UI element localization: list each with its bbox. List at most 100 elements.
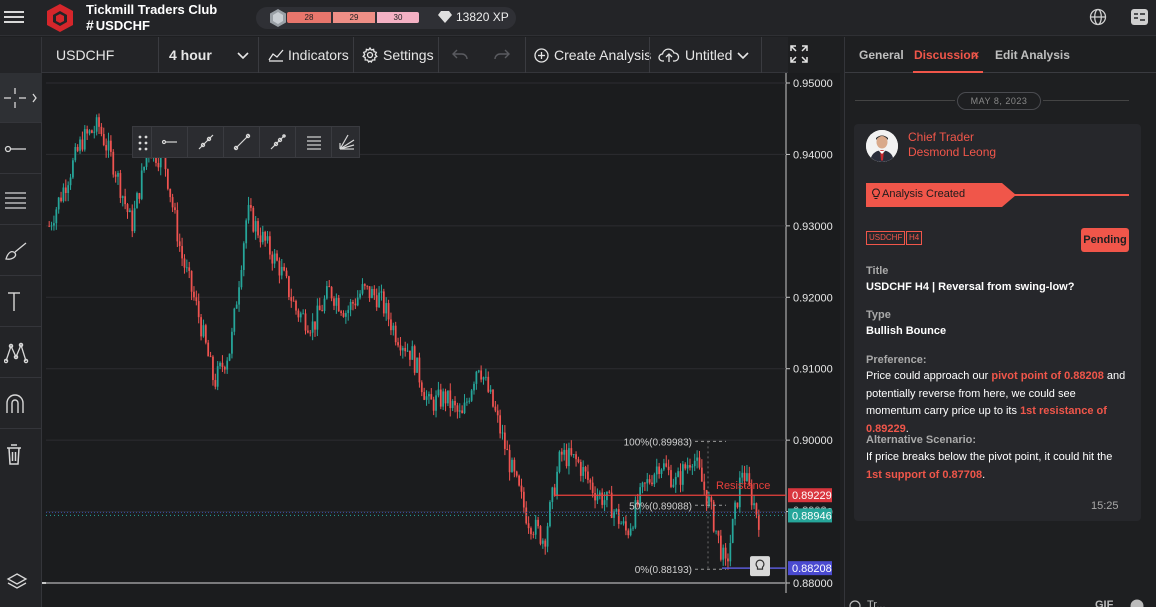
candle-body bbox=[463, 402, 466, 414]
settings-button[interactable]: Settings bbox=[383, 37, 434, 73]
candle-body bbox=[501, 432, 504, 434]
pattern-tool[interactable] bbox=[0, 328, 42, 378]
candle-body bbox=[549, 502, 551, 527]
gif-button[interactable]: GIF bbox=[1095, 599, 1113, 607]
cloud-upload-icon[interactable] bbox=[658, 47, 680, 63]
candle-body bbox=[572, 454, 575, 456]
drag-handle-icon[interactable] bbox=[138, 135, 148, 151]
horizontal-line-tool[interactable] bbox=[151, 127, 187, 157]
candle-body bbox=[587, 471, 589, 480]
redo-icon[interactable] bbox=[494, 49, 510, 61]
layers-tool[interactable] bbox=[0, 560, 42, 606]
candle-body bbox=[297, 310, 300, 318]
ray-tool[interactable] bbox=[223, 127, 259, 157]
price-label-text: 0.88208 bbox=[792, 563, 832, 575]
extended-line-tool[interactable] bbox=[259, 127, 295, 157]
candle-body bbox=[646, 479, 649, 484]
candle-body bbox=[686, 465, 689, 469]
trash-tool[interactable] bbox=[0, 430, 42, 480]
tab-edit-analysis[interactable]: Edit Analysis bbox=[995, 48, 1070, 62]
avatar[interactable] bbox=[866, 130, 898, 162]
candle-body bbox=[527, 523, 530, 529]
candle-body bbox=[325, 286, 328, 299]
candle-body bbox=[487, 376, 490, 392]
symbol-tag[interactable]: USDCHF bbox=[866, 231, 906, 245]
banner-text: Analysis Created bbox=[882, 188, 966, 200]
fullscreen-icon[interactable] bbox=[790, 45, 808, 63]
extended-line-icon bbox=[270, 134, 286, 150]
candle-body bbox=[404, 347, 407, 352]
indicators-icon[interactable] bbox=[268, 48, 284, 62]
candle-body bbox=[340, 311, 342, 314]
candle-body bbox=[710, 497, 713, 502]
create-analysis-button[interactable]: Create Analysis bbox=[554, 37, 651, 73]
fib-levels-tool[interactable] bbox=[0, 175, 42, 225]
channel-name[interactable]: # USDCHF bbox=[86, 17, 150, 33]
candle-body bbox=[183, 258, 186, 268]
candle-body bbox=[283, 266, 286, 271]
close-tab-icon[interactable]: × bbox=[972, 47, 980, 62]
candle-body bbox=[48, 225, 51, 227]
price-chart[interactable]: 100%(0.89983) 50%(0.89088) 0%(0.88193) Resi… bbox=[42, 73, 840, 607]
candle-body bbox=[520, 485, 523, 492]
symbol-input[interactable]: USDCHF bbox=[56, 37, 114, 73]
candle-body bbox=[644, 482, 646, 484]
magnet-tool[interactable] bbox=[0, 379, 42, 429]
candle-body bbox=[204, 325, 207, 343]
candle-body bbox=[88, 130, 91, 134]
candle-body bbox=[534, 519, 537, 535]
diamond-icon bbox=[438, 11, 452, 23]
sheet-icon[interactable] bbox=[1130, 8, 1149, 26]
candle-body bbox=[449, 390, 452, 409]
crosshair-tool[interactable] bbox=[0, 73, 42, 123]
gear-icon[interactable] bbox=[362, 47, 378, 63]
candle-body bbox=[513, 459, 516, 472]
parallel-channel-icon bbox=[307, 136, 321, 150]
author-name[interactable]: Desmond Leong bbox=[908, 145, 996, 159]
indicators-button[interactable]: Indicators bbox=[288, 37, 349, 73]
chevron-down-icon[interactable] bbox=[737, 52, 749, 60]
candle-body bbox=[577, 459, 580, 462]
horizontal-ray-tool[interactable] bbox=[0, 124, 42, 174]
fib-fan-tool[interactable] bbox=[331, 127, 360, 157]
candle-body bbox=[456, 405, 459, 412]
undo-icon[interactable] bbox=[452, 49, 468, 61]
chevron-down-icon[interactable] bbox=[237, 52, 249, 60]
candle-body bbox=[601, 492, 604, 505]
trend-line-tool[interactable] bbox=[187, 127, 223, 157]
tab-general[interactable]: General bbox=[859, 48, 904, 62]
candle-body bbox=[667, 466, 670, 471]
message-input[interactable]: Tr... bbox=[867, 599, 886, 607]
fib-level-label: 100%(0.89983) bbox=[624, 437, 692, 448]
brush-tool[interactable] bbox=[0, 226, 42, 276]
candle-body bbox=[492, 389, 494, 407]
candle-body bbox=[413, 346, 416, 373]
interval-select[interactable]: 4 hour bbox=[169, 37, 212, 73]
parallel-channel-tool[interactable] bbox=[295, 127, 331, 157]
candle-body bbox=[515, 471, 518, 476]
candle-body bbox=[318, 305, 321, 311]
candle-body bbox=[662, 463, 665, 470]
menu-icon[interactable] bbox=[4, 8, 24, 26]
status-badge[interactable]: Pending bbox=[1081, 228, 1129, 252]
tab-discussion[interactable]: Discussion bbox=[914, 48, 978, 62]
emoji-icon[interactable] bbox=[1130, 599, 1144, 607]
candle-body bbox=[603, 500, 606, 505]
candle-body bbox=[368, 286, 371, 299]
layout-name[interactable]: Untitled bbox=[685, 37, 732, 73]
price-axis: 0.95000 0.94000 0.93000 0.92000 0.91000 0.900… bbox=[786, 78, 833, 590]
candle-body bbox=[470, 390, 473, 401]
candle-body bbox=[107, 140, 110, 151]
chart-toolbar: USDCHF 4 hour Indicators Settings Create… bbox=[42, 37, 808, 73]
candle-body bbox=[91, 130, 93, 133]
text-tool[interactable] bbox=[0, 277, 42, 327]
candle-body bbox=[238, 287, 240, 305]
globe-icon[interactable] bbox=[1089, 8, 1107, 26]
candle-body bbox=[264, 231, 267, 241]
candle-body bbox=[356, 297, 359, 306]
candle-body bbox=[641, 482, 644, 488]
plus-circle-icon[interactable] bbox=[849, 600, 861, 607]
timeframe-tag[interactable]: H4 bbox=[906, 231, 923, 245]
candle-body bbox=[117, 173, 119, 177]
plus-circle-icon[interactable] bbox=[534, 48, 549, 63]
